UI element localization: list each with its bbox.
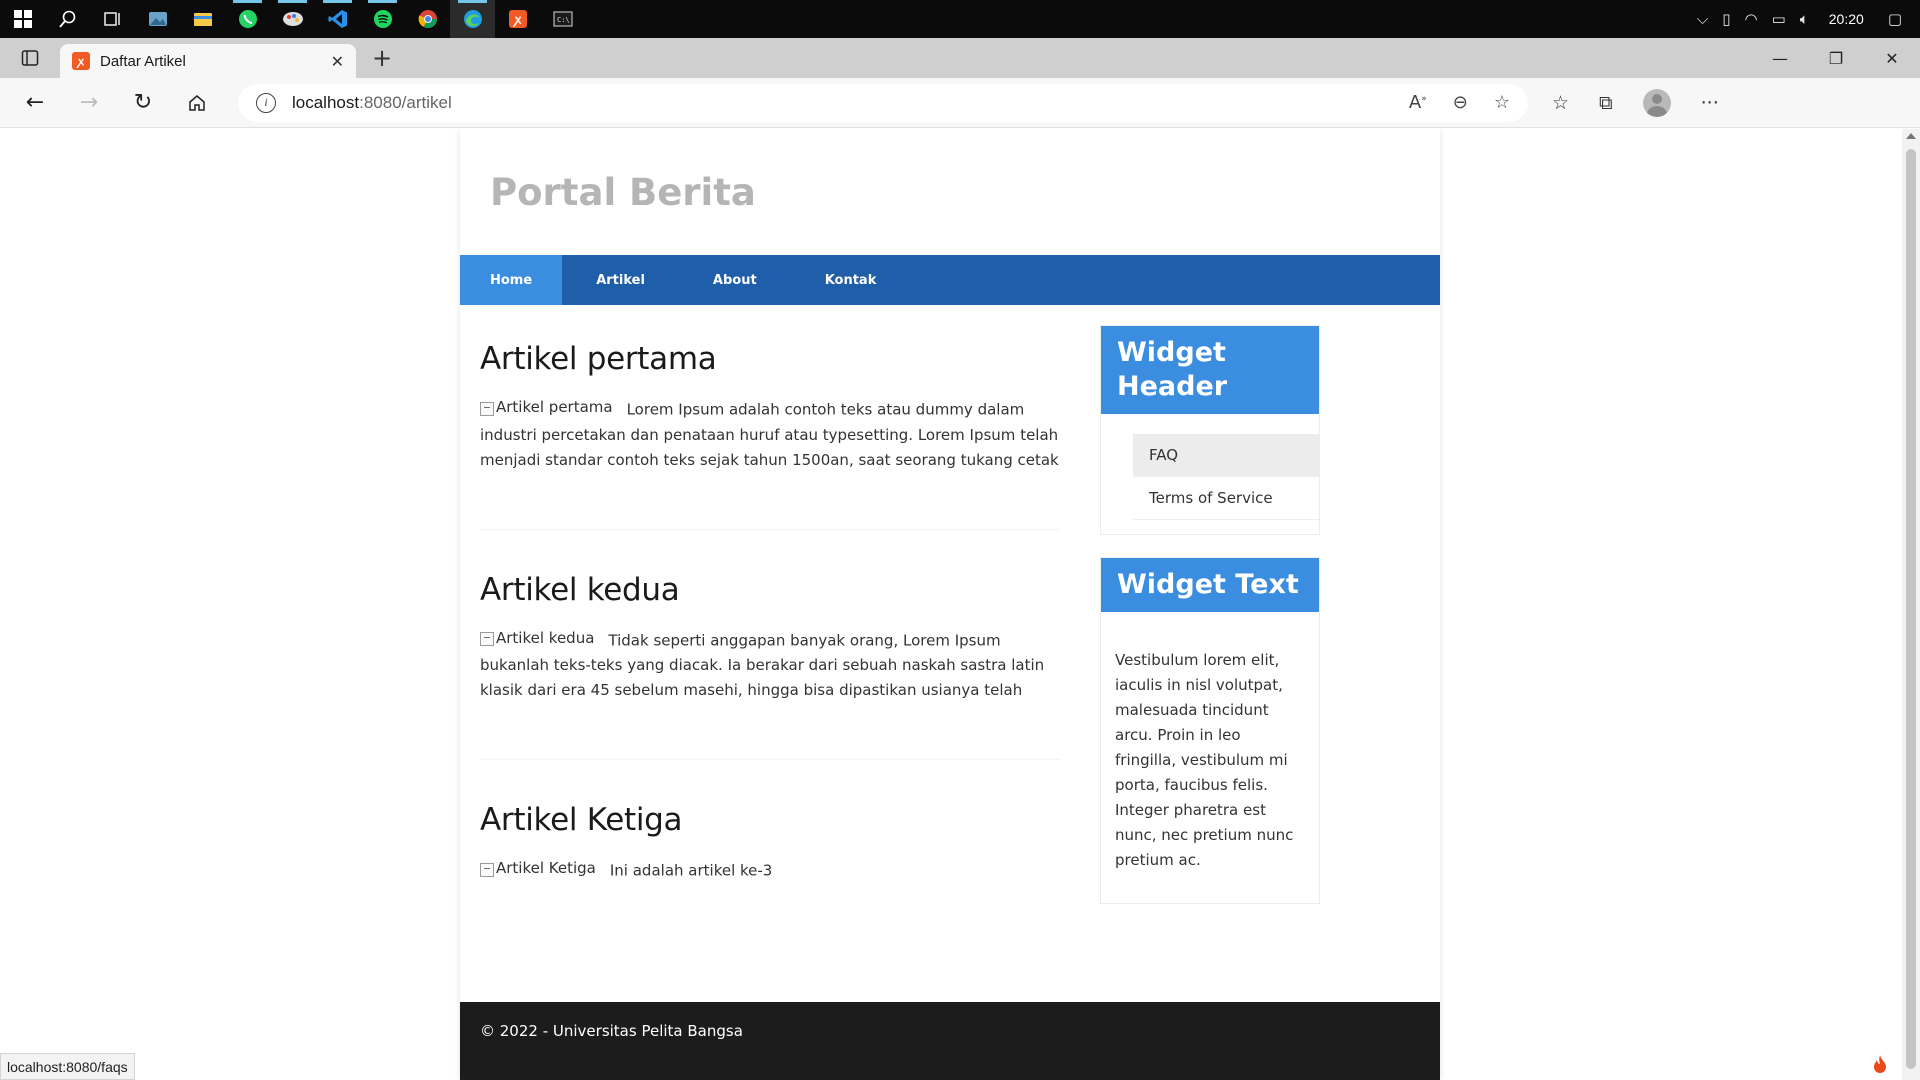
battery-icon[interactable]: ▭: [1772, 10, 1786, 28]
nav-kontak[interactable]: Kontak: [791, 255, 911, 305]
widget-link-list: FAQ Terms of Service: [1101, 414, 1319, 534]
paint-icon[interactable]: [270, 0, 315, 38]
add-favorite-icon[interactable]: ☆: [1494, 92, 1510, 113]
flame-icon[interactable]: [1862, 1048, 1898, 1080]
article-body: Artikel Ketiga Ini adalah artikel ke-3: [480, 856, 1060, 884]
article-text: Ini adalah artikel ke-3: [609, 861, 773, 880]
main-nav: Home Artikel About Kontak: [460, 255, 1440, 305]
sidebar: Widget Header FAQ Terms of Service Widge…: [1100, 305, 1320, 982]
footer-copyright: © 2022 - Universitas Pelita Bangsa: [480, 1022, 743, 1040]
article-item: Artikel pertama Artikel pertama Lorem Ips…: [480, 341, 1060, 530]
page-scrollbar[interactable]: [1902, 129, 1920, 1080]
back-icon[interactable]: ←: [8, 78, 62, 128]
xampp-icon[interactable]: ꭗ: [495, 0, 540, 38]
status-url: localhost:8080/faqs: [7, 1058, 128, 1075]
article-item: Artikel kedua Artikel kedua Tidak seperti…: [480, 572, 1060, 760]
restore-icon[interactable]: ❐: [1808, 38, 1864, 78]
scroll-up-icon[interactable]: [1906, 133, 1916, 139]
vscode-icon[interactable]: [315, 0, 360, 38]
site-header: Portal Berita: [460, 129, 1440, 255]
zoom-out-icon[interactable]: ⊖: [1453, 92, 1468, 113]
article-image-alt: Artikel Ketiga: [496, 859, 596, 877]
minimize-icon[interactable]: —: [1752, 38, 1808, 78]
spotify-icon[interactable]: [360, 0, 405, 38]
terms-of-service-link[interactable]: Terms of Service: [1133, 477, 1319, 520]
chrome-icon[interactable]: [405, 0, 450, 38]
chevron-up-icon[interactable]: ⌵: [1697, 10, 1708, 28]
article-list: Artikel pertama Artikel pertama Lorem Ips…: [460, 305, 1080, 982]
task-view-icon[interactable]: [90, 0, 135, 38]
widget-header-box: Widget Header FAQ Terms of Service: [1100, 325, 1320, 535]
nav-artikel[interactable]: Artikel: [562, 255, 679, 305]
article-title[interactable]: Artikel Ketiga: [480, 802, 1060, 838]
tab-title: Daftar Artikel: [100, 52, 186, 70]
article-image: Artikel Ketiga: [480, 856, 596, 881]
widget-text-title: Widget Text: [1101, 558, 1319, 612]
whatsapp-icon[interactable]: [225, 0, 270, 38]
url-path: :8080/artikel: [359, 92, 452, 112]
page-container: Portal Berita Home Artikel About Kontak …: [460, 129, 1440, 1080]
site-info-icon[interactable]: i: [256, 92, 276, 113]
article-image: Artikel kedua: [480, 626, 594, 651]
browser-toolbar: ← → ↻ i localhost:8080/artikel A» ⊖ ☆ ☆ …: [0, 78, 1920, 128]
scroll-thumb[interactable]: [1906, 149, 1916, 1069]
search-icon[interactable]: [45, 0, 90, 38]
site-footer: © 2022 - Universitas Pelita Bangsa: [460, 1002, 1440, 1080]
article-body: Artikel pertama Lorem Ipsum adalah contoh…: [480, 395, 1060, 473]
article-item: Artikel Ketiga Artikel Ketiga Ini adalah …: [480, 802, 1060, 940]
close-tab-icon[interactable]: ✕: [331, 52, 344, 71]
article-image: Artikel pertama: [480, 395, 613, 420]
taskbar: ꭗ C:\ ⌵ ▯ ◠ ▭ 🔈︎ 20:20 ▢: [0, 0, 1920, 38]
broken-image-icon: [480, 632, 494, 646]
refresh-icon[interactable]: ↻: [116, 78, 170, 128]
nav-home[interactable]: Home: [460, 255, 563, 305]
new-tab-icon[interactable]: +: [362, 38, 402, 78]
article-image-alt: Artikel pertama: [496, 398, 613, 416]
address-bar[interactable]: i localhost:8080/artikel A» ⊖ ☆: [238, 83, 1528, 122]
windows-start-icon[interactable]: [0, 0, 45, 38]
widget-text-box: Widget Text Vestibulum lorem elit, iacul…: [1100, 557, 1320, 904]
home-icon[interactable]: [170, 78, 224, 128]
device-icon[interactable]: ▯: [1722, 10, 1730, 28]
url-text[interactable]: localhost:8080/artikel: [292, 93, 452, 113]
tab-actions-icon[interactable]: [0, 38, 60, 78]
article-title[interactable]: Artikel kedua: [480, 572, 1060, 608]
article-image-alt: Artikel kedua: [496, 628, 595, 647]
svg-text:C:\: C:\: [557, 16, 570, 24]
edge-icon[interactable]: [450, 0, 495, 38]
photos-icon[interactable]: [135, 0, 180, 38]
terminal-icon[interactable]: C:\: [540, 0, 585, 38]
wifi-icon[interactable]: ◠: [1744, 10, 1757, 28]
file-explorer-icon[interactable]: [180, 0, 225, 38]
collections-icon[interactable]: ⧉: [1599, 92, 1613, 114]
nav-about[interactable]: About: [679, 255, 791, 305]
xampp-favicon-icon: ꭗ: [72, 52, 90, 70]
forward-icon[interactable]: →: [62, 78, 116, 128]
content-area: Artikel pertama Artikel pertama Lorem Ips…: [460, 305, 1440, 982]
article-body: Artikel kedua Tidak seperti anggapan bany…: [480, 626, 1060, 704]
volume-icon[interactable]: 🔈︎: [1800, 10, 1809, 28]
widget-header-title: Widget Header: [1101, 326, 1319, 414]
close-window-icon[interactable]: ✕: [1864, 38, 1920, 78]
notification-icon[interactable]: ▢: [1888, 10, 1902, 28]
site-title: Portal Berita: [490, 171, 756, 214]
page-viewport: Portal Berita Home Artikel About Kontak …: [0, 129, 1902, 1080]
article-title[interactable]: Artikel pertama: [480, 341, 1060, 377]
favorites-icon[interactable]: ☆: [1552, 92, 1569, 114]
url-host: localhost: [292, 92, 360, 112]
broken-image-icon: [480, 401, 494, 416]
read-aloud-icon[interactable]: A»: [1409, 92, 1427, 113]
widget-text-body: Vestibulum lorem elit, iaculis in nisl v…: [1115, 651, 1294, 869]
more-menu-icon[interactable]: ···: [1701, 92, 1719, 114]
faq-link[interactable]: FAQ: [1133, 434, 1319, 477]
profile-avatar-icon[interactable]: [1642, 88, 1671, 117]
browser-tab[interactable]: ꭗ Daftar Artikel ✕: [60, 44, 356, 78]
browser-tab-strip: ꭗ Daftar Artikel ✕ + — ❐ ✕: [0, 38, 1920, 78]
broken-image-icon: [480, 862, 494, 877]
status-bar: localhost:8080/faqs: [0, 1053, 135, 1080]
taskbar-clock[interactable]: 20:20: [1829, 11, 1864, 27]
